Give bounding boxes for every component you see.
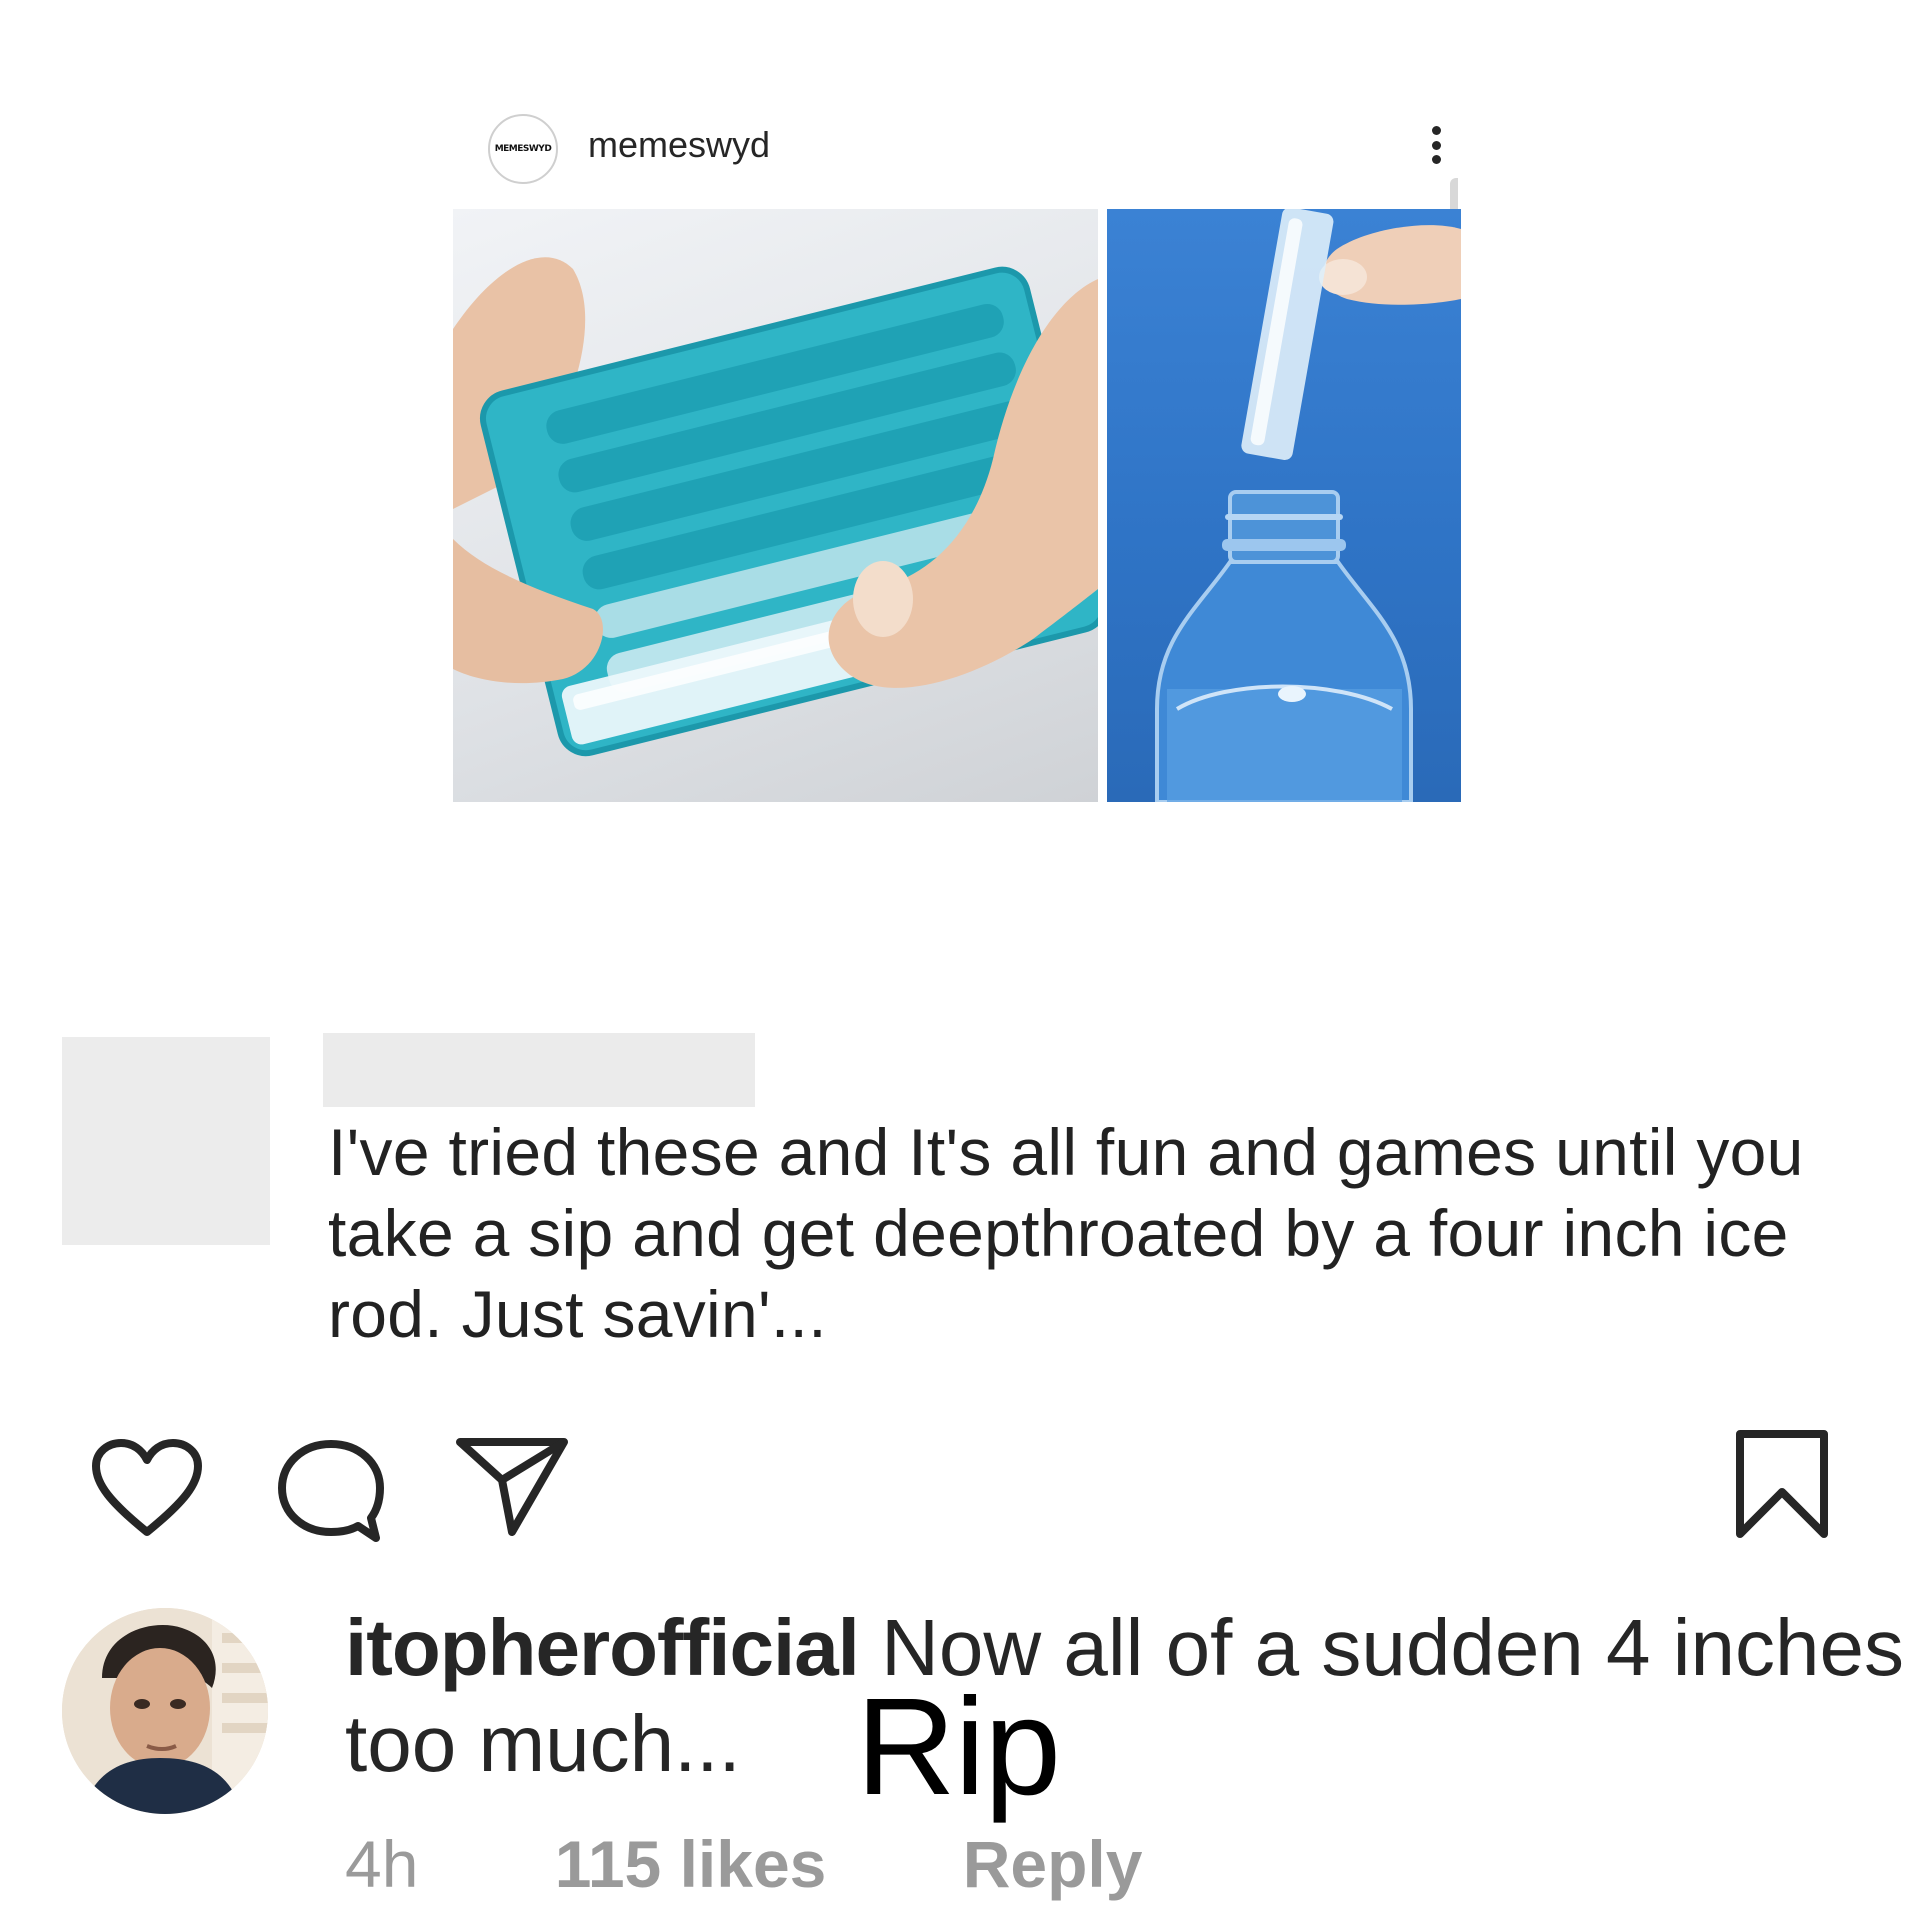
post-author-username[interactable]: memeswyd	[588, 124, 770, 166]
post-avatar-logo-text: MEMESWYD	[494, 144, 552, 154]
comment-body: itopherofficial Now all of a sudden 4 in…	[345, 1600, 1905, 1792]
post-author-avatar[interactable]: MEMESWYD	[488, 114, 558, 184]
comment-meta: 4h 115 likes Reply	[345, 1826, 1142, 1920]
bookmark-icon[interactable]	[1734, 1430, 1830, 1545]
overlay-caption: Rip	[856, 1670, 1061, 1824]
reply-button[interactable]: Reply	[963, 1826, 1143, 1902]
ice-tray-photo[interactable]	[453, 209, 1098, 802]
blurred-commenter-avatar	[62, 1037, 270, 1245]
comment-icon[interactable]	[276, 1438, 386, 1549]
heart-icon[interactable]	[90, 1438, 204, 1543]
commenter-avatar[interactable]	[62, 1608, 268, 1814]
post-actions-bar	[90, 1430, 1830, 1543]
ice-bottle-photo[interactable]	[1107, 209, 1461, 802]
paper-plane-icon[interactable]	[456, 1436, 568, 1543]
blurred-commenter-name	[323, 1033, 755, 1107]
comment-likes-count[interactable]: 115 likes	[555, 1826, 827, 1902]
more-dot	[1431, 155, 1441, 164]
quoted-comment-text: I've tried these and It's all fun and ga…	[328, 1115, 1804, 1351]
comment-username[interactable]: itopherofficial	[345, 1603, 860, 1692]
more-dot	[1431, 126, 1441, 135]
post-header: MEMESWYD memeswyd	[488, 110, 1448, 184]
more-dot	[1431, 140, 1441, 150]
comment-timestamp: 4h	[345, 1827, 419, 1901]
more-options-icon[interactable]	[1424, 120, 1448, 170]
